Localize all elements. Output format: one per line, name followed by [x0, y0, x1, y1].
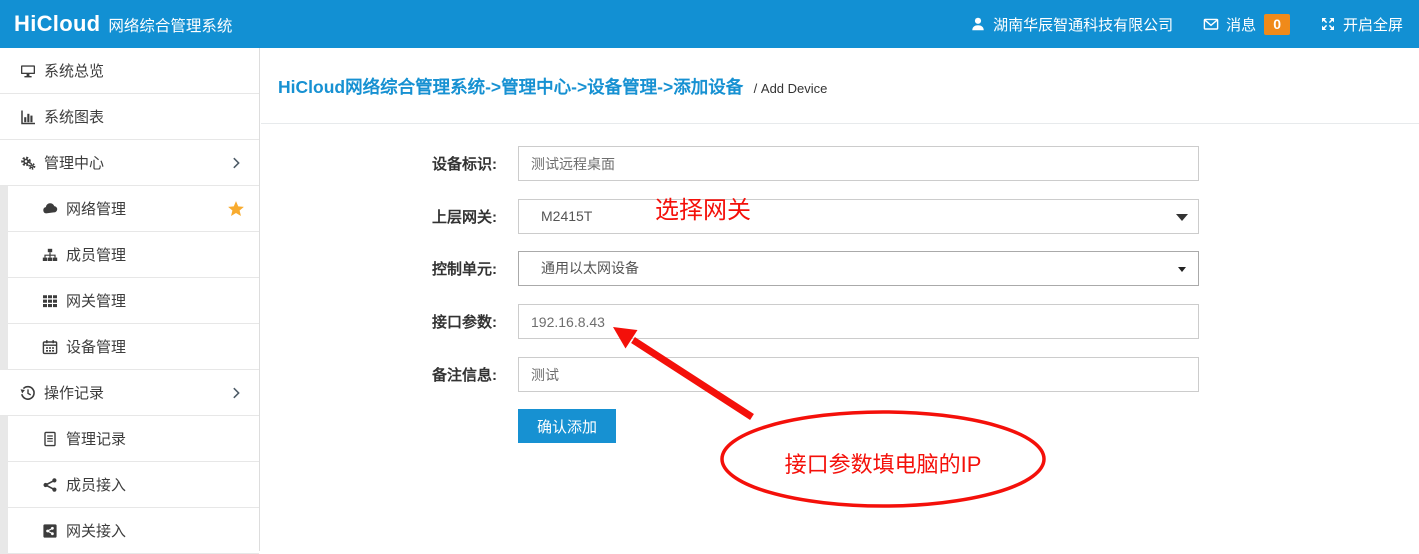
- control-unit-label: 控制单元:: [411, 258, 497, 279]
- calendar-icon: [41, 339, 59, 355]
- sidebar-item-system-overview[interactable]: 系统总览: [0, 48, 259, 94]
- fullscreen-label: 开启全屏: [1343, 14, 1403, 35]
- management-center-submenu: 网络管理 成员管理 网关管理: [0, 186, 259, 370]
- gears-icon: [19, 155, 37, 171]
- document-icon: [41, 431, 59, 447]
- sidebar-item-member-management[interactable]: 成员管理: [8, 232, 259, 278]
- company-menu[interactable]: 湖南华辰智通科技有限公司: [970, 14, 1173, 35]
- sidebar-item-operation-records[interactable]: 操作记录: [0, 370, 259, 416]
- share-icon: [41, 477, 59, 493]
- control-unit-select[interactable]: 通用以太网设备: [518, 251, 1199, 286]
- sidebar-item-label: 操作记录: [44, 382, 104, 403]
- device-id-label: 设备标识:: [411, 153, 497, 174]
- chevron-down-icon: [1178, 267, 1186, 272]
- chart-icon: [19, 109, 37, 125]
- control-unit-value: 通用以太网设备: [541, 260, 639, 276]
- chevron-down-icon: [1176, 214, 1188, 221]
- sidebar-item-label: 系统总览: [44, 60, 104, 81]
- topbar-right: 湖南华辰智通科技有限公司 消息 0 开启全屏: [970, 14, 1403, 35]
- messages-count-badge: 0: [1264, 14, 1290, 35]
- sidebar-item-device-management[interactable]: 设备管理: [8, 324, 259, 370]
- sidebar-item-label: 系统图表: [44, 106, 104, 127]
- page-subtitle: / Add Device: [754, 81, 828, 96]
- interface-params-row: 接口参数:: [411, 304, 1199, 339]
- sidebar-item-label: 管理中心: [44, 152, 104, 173]
- breadcrumb: HiCloud网络综合管理系统->管理中心->设备管理->添加设备 / Add …: [278, 74, 827, 99]
- app-logo: HiCloud 网络综合管理系统: [14, 11, 232, 37]
- messages-label: 消息: [1226, 14, 1256, 35]
- upper-gateway-select[interactable]: M2415T: [518, 199, 1199, 234]
- sidebar: 系统总览 系统图表 管理中心 网络管理: [0, 48, 260, 551]
- sidebar-item-label: 设备管理: [66, 336, 126, 357]
- confirm-add-button[interactable]: 确认添加: [518, 409, 616, 443]
- main-content: HiCloud网络综合管理系统->管理中心->设备管理->添加设备 / Add …: [261, 48, 1419, 551]
- envelope-icon: [1203, 16, 1219, 32]
- chevron-right-icon: [229, 386, 243, 400]
- sidebar-item-management-records[interactable]: 管理记录: [8, 416, 259, 462]
- topbar: HiCloud 网络综合管理系统 湖南华辰智通科技有限公司 消息 0 开启全屏: [0, 0, 1419, 48]
- company-name: 湖南华辰智通科技有限公司: [993, 14, 1173, 35]
- sidebar-item-gateway-access[interactable]: 网关接入: [8, 508, 259, 554]
- upper-gateway-value: M2415T: [541, 208, 592, 224]
- header-divider: [261, 123, 1419, 124]
- upper-gateway-label: 上层网关:: [411, 206, 497, 227]
- operation-records-submenu: 管理记录 成员接入 网关接入: [0, 416, 259, 554]
- sidebar-item-label: 成员管理: [66, 244, 126, 265]
- device-id-input[interactable]: [518, 146, 1199, 181]
- remark-label: 备注信息:: [411, 364, 497, 385]
- cloud-icon: [41, 201, 59, 217]
- sidebar-item-management-center[interactable]: 管理中心: [0, 140, 259, 186]
- chevron-right-icon: [229, 156, 243, 170]
- brand-name: HiCloud: [14, 11, 100, 37]
- sidebar-item-label: 成员接入: [66, 474, 126, 495]
- page-title: HiCloud网络综合管理系统->管理中心->设备管理->添加设备: [278, 77, 743, 97]
- grid-icon: [41, 293, 59, 309]
- interface-params-input[interactable]: [518, 304, 1199, 339]
- sidebar-item-system-charts[interactable]: 系统图表: [0, 94, 259, 140]
- brand-system-name: 网络综合管理系统: [108, 14, 232, 36]
- remark-input[interactable]: [518, 357, 1199, 392]
- share-square-icon: [41, 523, 59, 539]
- sidebar-item-member-access[interactable]: 成员接入: [8, 462, 259, 508]
- user-icon: [970, 16, 986, 32]
- fullscreen-icon: [1320, 16, 1336, 32]
- history-icon: [19, 385, 37, 401]
- control-unit-row: 控制单元: 通用以太网设备: [411, 251, 1199, 286]
- fullscreen-button[interactable]: 开启全屏: [1320, 14, 1403, 35]
- desktop-icon: [19, 63, 37, 79]
- messages-menu[interactable]: 消息 0: [1203, 14, 1290, 35]
- sidebar-item-label: 网关管理: [66, 290, 126, 311]
- interface-params-label: 接口参数:: [411, 311, 497, 332]
- sitemap-icon: [41, 247, 59, 263]
- sidebar-item-label: 网络管理: [66, 198, 126, 219]
- sidebar-item-label: 网关接入: [66, 520, 126, 541]
- sidebar-item-network-management[interactable]: 网络管理: [8, 186, 259, 232]
- favorite-star-icon[interactable]: [227, 200, 245, 218]
- sidebar-item-gateway-management[interactable]: 网关管理: [8, 278, 259, 324]
- device-id-row: 设备标识:: [411, 146, 1199, 181]
- remark-row: 备注信息:: [411, 357, 1199, 392]
- sidebar-item-label: 管理记录: [66, 428, 126, 449]
- upper-gateway-row: 上层网关: M2415T: [411, 199, 1199, 234]
